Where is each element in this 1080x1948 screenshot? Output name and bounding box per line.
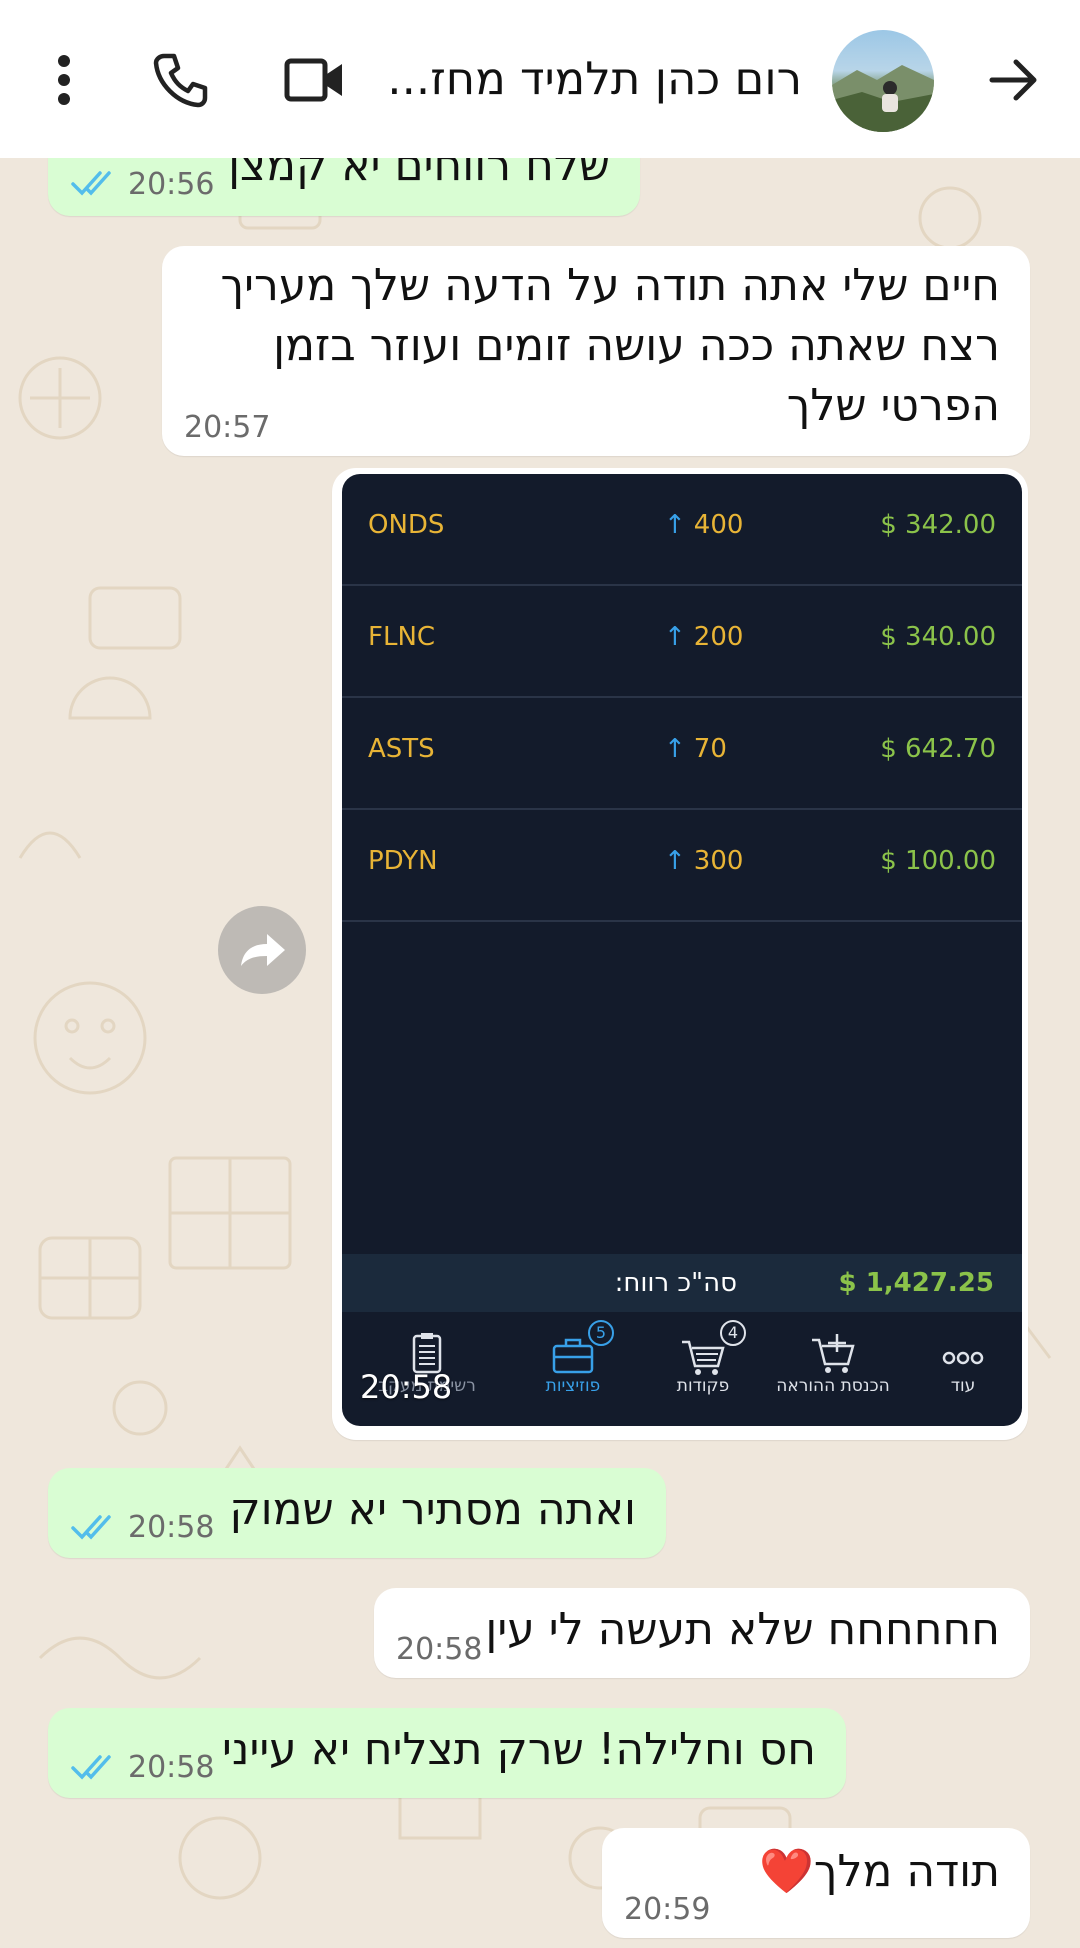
image-message[interactable]: ONDS ↑ 400 $ 342.00 FLNC ↑ 200 $ 340.00 AS… [332, 468, 1028, 1440]
profit: $ 100.00 [880, 846, 996, 876]
message-text: חחחחחח שלא תעשה לי עין [485, 1604, 1000, 1655]
message-bubble-outgoing[interactable]: חס וחלילה! שרק תצליח יא עייני 20:58 [48, 1708, 846, 1798]
message-time: 20:58 [360, 1368, 453, 1406]
avatar[interactable] [832, 30, 934, 132]
message-time: 20:59 [624, 1892, 711, 1927]
arrow-right-icon[interactable] [980, 50, 1048, 110]
quantity: ↑ 200 [664, 622, 744, 652]
nav-label: פוזיציות [545, 1376, 601, 1396]
more-vert-icon[interactable] [44, 48, 84, 112]
profit: $ 342.00 [880, 510, 996, 540]
message-line: חיים שלי אתה תודה על הדעה שלך מעריך [220, 260, 1000, 311]
message-text: חס וחלילה! שרק תצליח יא עייני [222, 1724, 816, 1775]
quantity: ↑ 70 [664, 734, 727, 764]
message-text: תודה מלך❤️ [759, 1846, 1000, 1897]
message-line: הפרטי שלך [786, 380, 1000, 431]
nav-orders: 4 פקודות [638, 1312, 768, 1426]
symbol: FLNC [368, 622, 436, 652]
nav-label: הכנסת ההוראה [776, 1376, 890, 1396]
nav-new-order: הכנסת ההוראה [768, 1312, 898, 1426]
total-profit-bar: סה"כ רווח: $ 1,427.25 [342, 1254, 1022, 1312]
message-bubble-outgoing[interactable]: ואתה מסתיר יא שמוק 20:58 [48, 1468, 666, 1558]
arrow-up-icon: ↑ [664, 622, 686, 652]
message-bubble-incoming[interactable]: חחחחחח שלא תעשה לי עין 20:58 [374, 1588, 1030, 1678]
nav-more: עוד [898, 1312, 1022, 1426]
video-call-icon[interactable] [282, 52, 348, 108]
position-row: ONDS ↑ 400 $ 342.00 [342, 474, 1022, 586]
message-time: 20:58 [128, 1510, 215, 1545]
profit: $ 340.00 [880, 622, 996, 652]
arrow-up-icon: ↑ [664, 846, 686, 876]
nav-positions: 5 פוזיציות [508, 1312, 638, 1426]
double-check-icon [71, 1515, 111, 1540]
positions-badge: 5 [588, 1320, 614, 1346]
quantity: ↑ 300 [664, 846, 744, 876]
position-row: PDYN ↑ 300 $ 100.00 [342, 810, 1022, 922]
double-check-icon [71, 171, 111, 196]
message-time: 20:56 [128, 167, 215, 202]
orders-badge: 4 [720, 1320, 746, 1346]
message-line: רצח שאתה ככה עושה זומים ועוזר בזמן [273, 320, 1000, 371]
message-time: 20:57 [184, 410, 271, 445]
message-time: 20:58 [396, 1632, 483, 1667]
phone-icon[interactable] [148, 48, 214, 112]
total-profit-label: סה"כ רווח: [614, 1268, 737, 1298]
arrow-up-icon: ↑ [664, 510, 686, 540]
profit: $ 642.70 [880, 734, 996, 764]
position-row: FLNC ↑ 200 $ 340.00 [342, 586, 1022, 698]
symbol: PDYN [368, 846, 438, 876]
cart-add-icon [812, 1334, 855, 1373]
symbol: ONDS [368, 510, 445, 540]
nav-label: עוד [950, 1376, 976, 1396]
double-check-icon [71, 1755, 111, 1780]
symbol: ASTS [368, 734, 435, 764]
message-text: ואתה מסתיר יא שמוק [229, 1484, 636, 1535]
chat-header: רום כהן תלמיד מחז... [0, 0, 1080, 158]
nav-label: פקודות [676, 1376, 730, 1396]
total-profit-value: $ 1,427.25 [838, 1268, 994, 1298]
arrow-up-icon: ↑ [664, 734, 686, 764]
quantity: ↑ 400 [664, 510, 744, 540]
forward-button[interactable] [218, 906, 306, 994]
message-time: 20:58 [128, 1750, 215, 1785]
message-bubble-incoming[interactable]: תודה מלך❤️ 20:59 [602, 1828, 1030, 1938]
trading-screenshot[interactable]: ONDS ↑ 400 $ 342.00 FLNC ↑ 200 $ 340.00 AS… [342, 474, 1022, 1426]
contact-name[interactable]: רום כהן תלמיד מחז... [382, 46, 802, 112]
message-bubble-incoming[interactable]: חיים שלי אתה תודה על הדעה שלך מעריך רצח … [162, 246, 1030, 456]
more-dots-icon [942, 1351, 984, 1365]
position-row: ASTS ↑ 70 $ 642.70 [342, 698, 1022, 810]
